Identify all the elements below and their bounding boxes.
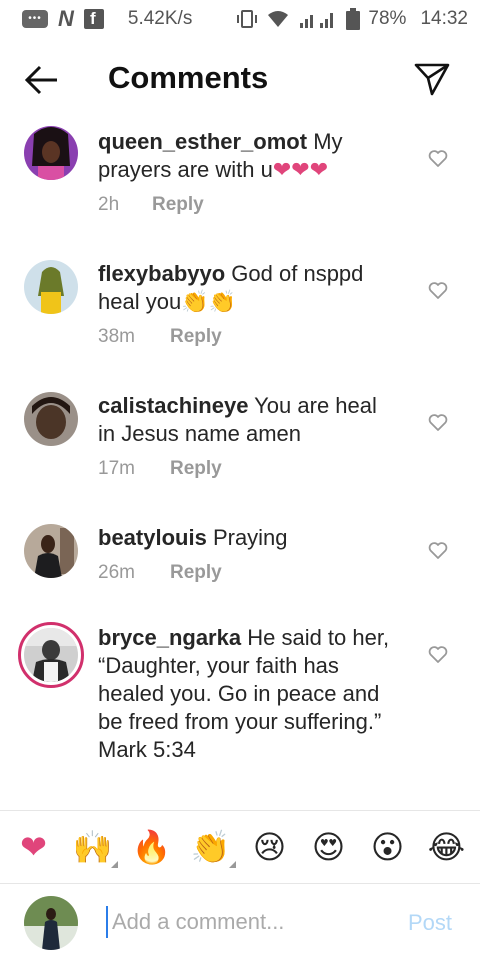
header: Comments	[0, 48, 480, 112]
n-app-icon: N	[58, 6, 74, 31]
comments-list[interactable]: queen_esther_omot My prayers are with u❤…	[0, 118, 480, 810]
comment-meta: 2h Reply	[98, 194, 398, 216]
like-heart-icon[interactable]	[428, 542, 448, 560]
status-bar: ••• N f 5.42K/s 78% 14:32	[0, 0, 480, 38]
comment-composer: Post	[0, 884, 480, 960]
page-title: Comments	[108, 60, 269, 95]
avatar[interactable]	[24, 392, 78, 446]
battery-percent: 78%	[368, 8, 407, 29]
avatar[interactable]	[18, 622, 84, 688]
emoji-heart-eyes-button[interactable]: 😍	[304, 822, 354, 872]
avatar[interactable]	[24, 126, 78, 180]
back-arrow-icon[interactable]	[24, 64, 60, 96]
comment-username[interactable]: flexybabyyo	[98, 261, 225, 286]
emoji-raised-hands-button[interactable]: 🙌	[68, 822, 118, 872]
wifi-icon	[266, 9, 290, 29]
clock: 14:32	[420, 8, 468, 29]
comment-text: flexybabyyo God of nsppd heal you👏👏	[98, 260, 398, 316]
reply-button[interactable]: Reply	[170, 562, 222, 584]
post-button[interactable]: Post	[408, 910, 452, 936]
reply-button[interactable]: Reply	[170, 458, 222, 480]
comment-text: beatylouis Praying	[98, 524, 398, 552]
comment-meta: 38m Reply	[98, 326, 398, 348]
avatar[interactable]	[24, 260, 78, 314]
like-heart-icon[interactable]	[428, 646, 448, 664]
reply-button[interactable]: Reply	[152, 194, 204, 216]
reply-button[interactable]: Reply	[170, 326, 222, 348]
emoji-fire-button[interactable]: 🔥	[127, 822, 177, 872]
network-speed: 5.42K/s	[127, 8, 193, 29]
comment-meta: 26m Reply	[98, 562, 398, 584]
comment-time: 26m	[98, 562, 135, 583]
comment-text: bryce_ngarka He said to her, “Daughter, …	[98, 624, 408, 736]
comment-username[interactable]: bryce_ngarka	[98, 625, 241, 650]
comment-scripture-ref: Mark 5:34	[98, 737, 196, 762]
like-heart-icon[interactable]	[428, 282, 448, 300]
comment-text: queen_esther_omot My prayers are with u❤…	[98, 128, 398, 184]
comment-meta: 17m Reply	[98, 458, 398, 480]
facebook-icon: f	[83, 9, 104, 29]
comment-input[interactable]	[106, 906, 376, 938]
heart-emoji-text: ❤❤❤	[272, 157, 329, 182]
emoji-laughing-button[interactable]: 😂	[422, 822, 472, 872]
current-user-avatar	[24, 896, 78, 950]
direct-share-icon[interactable]	[414, 62, 450, 96]
comment-message: Praying	[212, 525, 288, 550]
emoji-sad-button[interactable]: 😢	[245, 822, 295, 872]
comment-time: 17m	[98, 458, 135, 479]
comment-username[interactable]: queen_esther_omot	[98, 129, 307, 154]
like-heart-icon[interactable]	[428, 150, 448, 168]
emoji-quick-bar: ❤ 🙌 🔥 👏 😢 😍 😮 😂	[0, 810, 480, 884]
avatar[interactable]	[24, 524, 78, 578]
comment-username[interactable]: beatylouis	[98, 525, 207, 550]
comment-time: 2h	[98, 194, 120, 215]
emoji-heart-button[interactable]: ❤	[9, 822, 59, 872]
comment-time: 38m	[98, 326, 135, 347]
battery-icon	[346, 8, 361, 30]
clap-emoji-text: 👏👏	[181, 289, 236, 314]
like-heart-icon[interactable]	[428, 414, 448, 432]
comment-username[interactable]: calistachineye	[98, 393, 248, 418]
chat-notification-icon: •••	[22, 10, 48, 28]
vibrate-icon	[236, 9, 258, 29]
comment-text: calistachineye You are heal in Jesus nam…	[98, 392, 398, 448]
emoji-surprised-button[interactable]: 😮	[363, 822, 413, 872]
emoji-clap-button[interactable]: 👏	[186, 822, 236, 872]
signal-icon	[298, 9, 338, 29]
